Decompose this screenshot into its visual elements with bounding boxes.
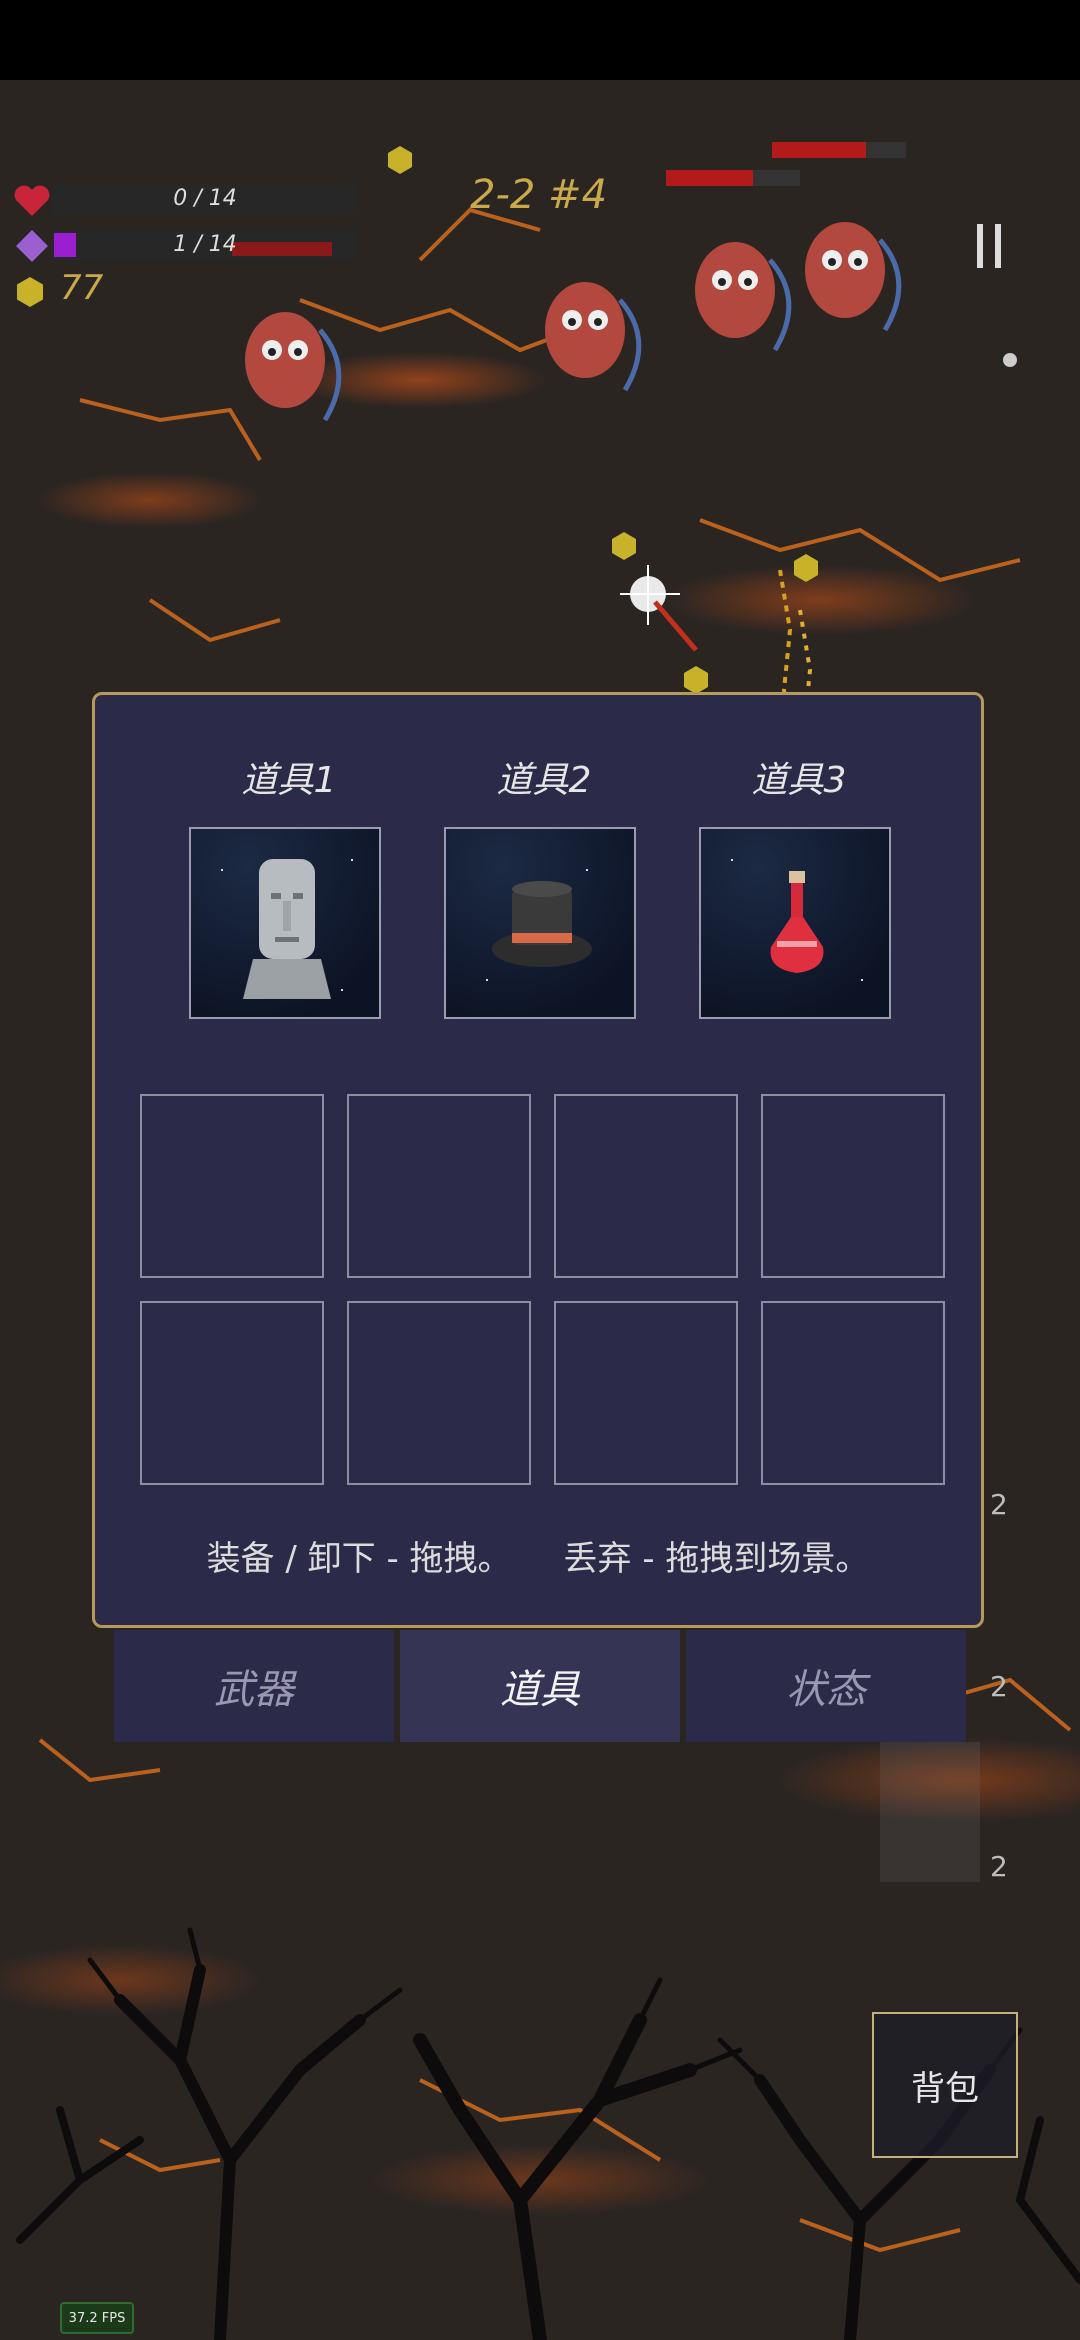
hint-drop: 丢弃 - 拖拽到场景。	[563, 1539, 870, 1579]
inventory-cell[interactable]	[140, 1301, 324, 1485]
slot-title-2: 道具2	[496, 760, 592, 801]
hint-equip: 装备 / 卸下 - 拖拽。	[206, 1539, 512, 1579]
slot-title-3: 道具3	[751, 760, 847, 801]
coin-counter-icon	[17, 277, 43, 307]
hp-text: 0 / 14	[173, 186, 237, 211]
inventory-tabs: 武器 道具 状态	[114, 1630, 966, 1742]
inventory-cell[interactable]	[761, 1301, 945, 1485]
inventory-cell[interactable]	[347, 1301, 531, 1485]
level-indicator: 2-2 #4	[470, 172, 608, 218]
inventory-cell[interactable]	[347, 1094, 531, 1278]
side-quick-slot[interactable]	[880, 1742, 980, 1882]
side-slot-count: 2	[990, 1850, 1008, 1883]
pause-button[interactable]	[975, 224, 1005, 268]
status-bar	[0, 0, 1080, 80]
item-slot-1[interactable]	[189, 827, 381, 1019]
mana-text: 1 / 14	[173, 232, 237, 257]
enemy-red-creature	[245, 312, 342, 422]
inventory-panel: 道具1 道具2 道具3 装备 / 卸下 - 拖拽。 丢弃 - 拖拽到场景。	[92, 692, 984, 1628]
coin-icon	[388, 146, 412, 174]
enemy-health-bar	[666, 170, 800, 186]
inventory-cell[interactable]	[554, 1301, 738, 1485]
heart-icon	[14, 185, 50, 216]
coin-count: 77	[60, 268, 104, 308]
projectile-flash	[620, 565, 698, 652]
tab-items[interactable]: 道具	[400, 1630, 680, 1742]
side-slot-count: 2	[990, 1488, 1008, 1521]
tab-status[interactable]: 状态	[686, 1630, 966, 1742]
item-slot-2[interactable]	[444, 827, 636, 1019]
moai-statue-icon	[243, 859, 331, 999]
item-slot-3[interactable]	[699, 827, 891, 1019]
side-slot-count: 2	[990, 1670, 1008, 1703]
spark-icon	[1003, 353, 1017, 367]
inventory-hint: 装备 / 卸下 - 拖拽。 丢弃 - 拖拽到场景。	[95, 1531, 981, 1580]
tab-weapon[interactable]: 武器	[114, 1630, 394, 1742]
top-hat-icon	[492, 881, 592, 967]
bag-button[interactable]: 背包	[872, 2012, 1018, 2158]
fps-counter: 37.2 FPS	[60, 2302, 134, 2334]
inventory-cell[interactable]	[554, 1094, 738, 1278]
slot-title-1: 道具1	[241, 760, 337, 801]
inventory-cell[interactable]	[140, 1094, 324, 1278]
pause-icon	[977, 224, 983, 268]
enemy-health-bar	[772, 142, 906, 158]
red-potion-icon	[770, 871, 824, 973]
inventory-cell[interactable]	[761, 1094, 945, 1278]
enemy-red-creature	[805, 222, 902, 332]
enemy-red-creature	[545, 282, 642, 392]
mana-diamond-icon	[16, 230, 48, 262]
